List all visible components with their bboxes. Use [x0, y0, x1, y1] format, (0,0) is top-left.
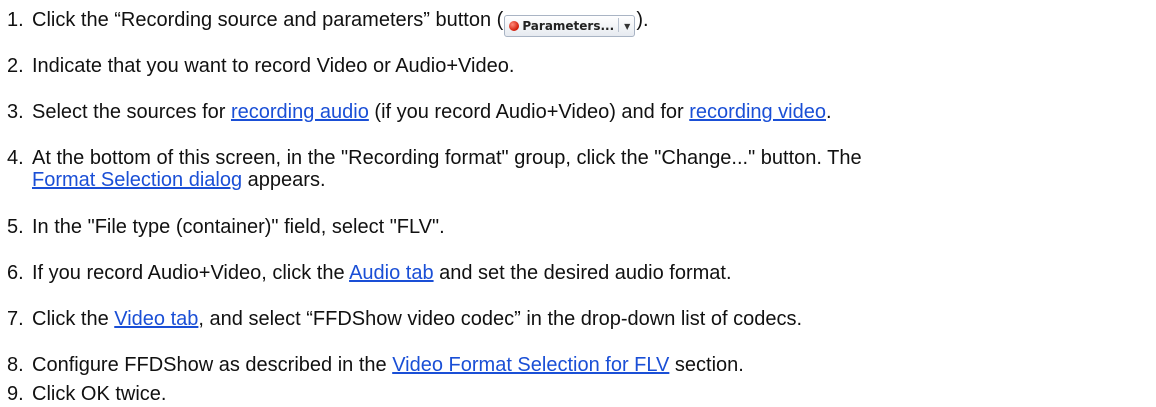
step-text: At the bottom of this screen, in the "Re…: [32, 147, 862, 169]
step-text: If you record Audio+Video, click the: [32, 262, 350, 284]
step-text: section.: [669, 354, 744, 376]
record-dot-icon: [509, 21, 520, 31]
step-text: Configure FFDShow as described in the: [32, 354, 393, 376]
step-text: appears.: [242, 169, 326, 191]
step-text: and set the desired audio format.: [433, 262, 732, 284]
step-text: In the "File type (container)" field, se…: [32, 216, 445, 238]
parameters-button-image: Parameters... ▼: [504, 15, 636, 37]
step-text: Click the: [32, 308, 115, 330]
step-text: , and select “FFDShow video codec” in th…: [198, 308, 803, 330]
parameters-button-label: Parameters...: [522, 19, 615, 33]
video-format-selection-flv-link[interactable]: Video Format Selection for FLV: [392, 354, 669, 376]
step-number: 4.: [7, 147, 24, 169]
recording-audio-link[interactable]: recording audio: [231, 101, 369, 123]
step-number: 3.: [7, 101, 24, 123]
step-text: .: [826, 101, 832, 123]
recording-video-link[interactable]: recording video: [689, 101, 826, 123]
step-number: 7.: [7, 308, 24, 330]
dropdown-arrow-icon: ▼: [624, 22, 631, 31]
step-number: 2.: [7, 55, 24, 77]
step-text: (if you record Audio+Video) and for: [368, 101, 690, 123]
step-text: Click the “Recording source and paramete…: [32, 9, 504, 31]
format-selection-dialog-link[interactable]: Format Selection dialog: [32, 169, 242, 191]
audio-tab-link[interactable]: Audio tab: [349, 262, 434, 284]
video-tab-link[interactable]: Video tab: [114, 308, 198, 330]
step-text: ).: [636, 9, 649, 31]
step-text: Select the sources for: [32, 101, 231, 123]
step-number: 6.: [7, 262, 24, 284]
step-text: Click OK twice.: [32, 383, 167, 405]
step-number: 9.: [7, 383, 24, 405]
step-number: 1.: [7, 9, 24, 31]
step-text: Indicate that you want to record Video o…: [32, 55, 515, 77]
step-number: 5.: [7, 216, 24, 238]
step-number: 8.: [7, 354, 24, 376]
